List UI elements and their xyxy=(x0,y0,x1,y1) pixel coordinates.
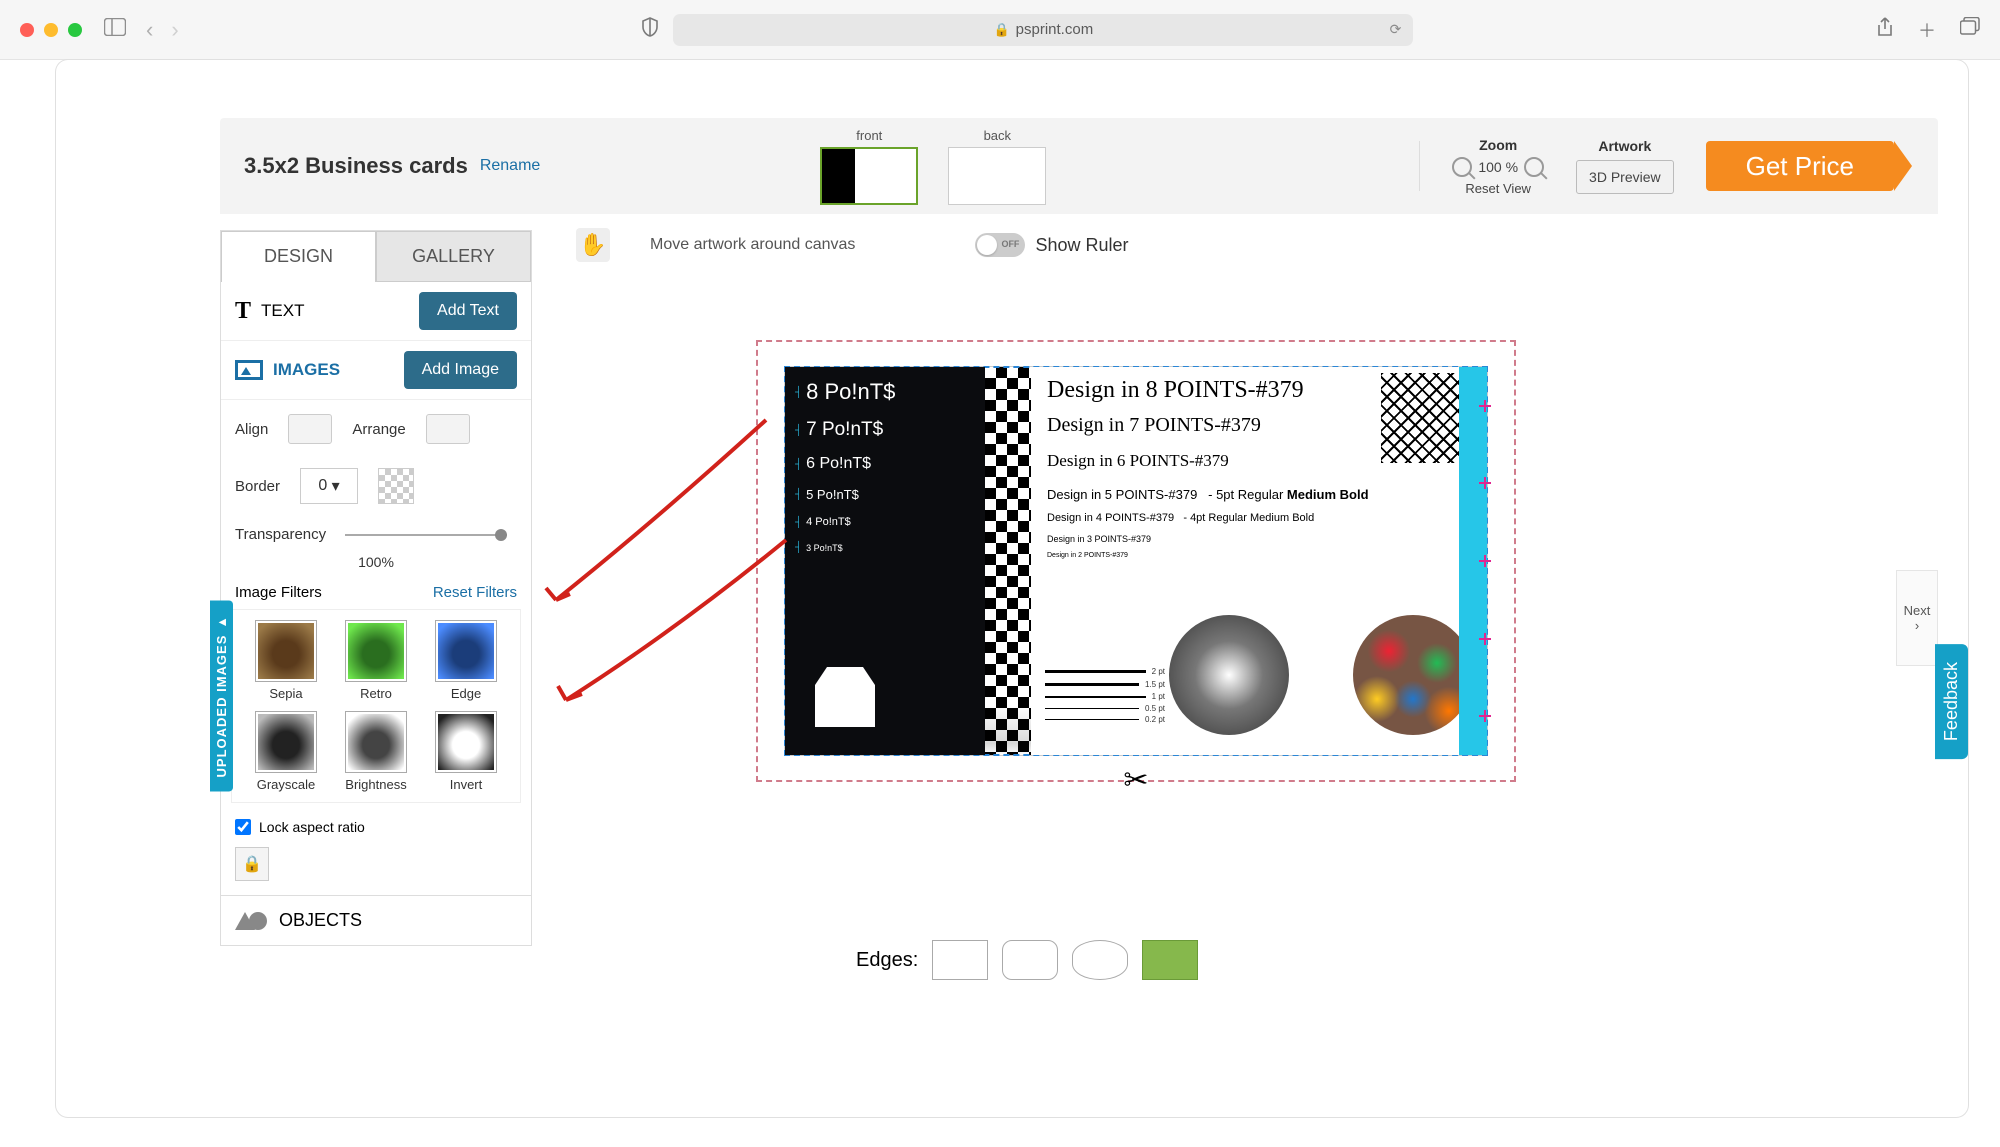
browser-chrome: ‹ › 🔒 psprint.com ⟳ ＋ xyxy=(0,0,2000,60)
shapes-icon xyxy=(235,912,267,930)
filter-brightness[interactable]: Brightness xyxy=(336,711,416,792)
window-controls xyxy=(20,23,82,37)
pan-tool-icon[interactable]: ✋ xyxy=(576,228,610,262)
get-price-button[interactable]: Get Price xyxy=(1706,141,1894,191)
arrange-dropdown[interactable] xyxy=(426,414,470,444)
tabs-icon[interactable] xyxy=(1960,17,1980,43)
product-title: 3.5x2 Business cards xyxy=(244,153,468,179)
ruler-label: Show Ruler xyxy=(1035,235,1128,256)
tab-gallery[interactable]: GALLERY xyxy=(376,231,531,282)
forward-icon[interactable]: › xyxy=(171,17,178,43)
filter-edge[interactable]: Edge xyxy=(426,620,506,701)
card-left-panel: ┤8 Po!nT$ ┤7 Po!nT$ ┤6 Po!nT$ ┤5 Po!nT$ … xyxy=(785,367,985,755)
edge-selected[interactable] xyxy=(1142,940,1198,980)
url-text: psprint.com xyxy=(1016,21,1094,38)
edge-oval[interactable] xyxy=(1072,940,1128,980)
rename-link[interactable]: Rename xyxy=(480,157,540,175)
reload-icon[interactable]: ⟳ xyxy=(1390,21,1402,38)
side-selector: front back xyxy=(820,128,1046,205)
border-color-swatch[interactable] xyxy=(378,468,414,504)
text-section-title: TEXT xyxy=(261,301,304,321)
artwork-canvas[interactable]: ┤8 Po!nT$ ┤7 Po!nT$ ┤6 Po!nT$ ┤5 Po!nT$ … xyxy=(784,366,1488,756)
chevron-right-icon: › xyxy=(1915,618,1919,633)
design-panel: DESIGN GALLERY T TEXT Add Text IMAGES Add… xyxy=(220,230,532,946)
objects-section[interactable]: OBJECTS xyxy=(221,895,531,945)
lock-aspect-checkbox[interactable] xyxy=(235,819,251,835)
designer-header: 3.5x2 Business cards Rename front back Z… xyxy=(220,118,1938,214)
page-viewport: 3.5x2 Business cards Rename front back Z… xyxy=(56,60,1968,1117)
tab-design[interactable]: DESIGN xyxy=(221,231,376,282)
uploaded-images-tab[interactable]: UPLOADED IMAGES ▸ xyxy=(210,600,233,791)
back-icon[interactable]: ‹ xyxy=(146,17,153,43)
share-icon[interactable] xyxy=(1876,17,1894,43)
transparency-slider[interactable] xyxy=(345,534,507,536)
sidebar-toggle-icon[interactable] xyxy=(104,18,126,42)
border-width-select[interactable]: 0 ▾ xyxy=(300,468,358,504)
zoom-out-icon[interactable] xyxy=(1452,157,1472,177)
edges-label: Edges: xyxy=(856,949,918,972)
align-dropdown[interactable] xyxy=(288,414,332,444)
zoom-in-icon[interactable] xyxy=(1524,157,1544,177)
border-label: Border xyxy=(235,478,280,495)
new-tab-icon[interactable]: ＋ xyxy=(1918,17,1936,43)
add-text-button[interactable]: Add Text xyxy=(419,292,517,330)
edge-rounded[interactable] xyxy=(1002,940,1058,980)
scissors-icon: ✂ xyxy=(1123,763,1148,798)
filters-label: Image Filters xyxy=(235,584,322,601)
text-icon: T xyxy=(235,298,251,325)
align-label: Align xyxy=(235,421,268,438)
front-label: front xyxy=(820,128,918,143)
filter-retro[interactable]: Retro xyxy=(336,620,416,701)
checker-strip xyxy=(985,367,1031,755)
filter-grayscale[interactable]: Grayscale xyxy=(246,711,326,792)
reset-view-link[interactable]: Reset View xyxy=(1452,181,1544,196)
card-right-panel: Design in 8 POINTS-#379 Design in 7 POIN… xyxy=(1031,367,1487,755)
front-thumb[interactable] xyxy=(820,147,918,205)
arrange-label: Arrange xyxy=(352,421,405,438)
lock-icon: 🔒 xyxy=(993,22,1009,38)
filters-grid: Sepia Retro Edge Grayscale Brightness In… xyxy=(231,609,521,803)
registration-marks xyxy=(1479,367,1493,755)
annotation-arrow-2 xyxy=(546,530,806,730)
transparency-slider-thumb[interactable] xyxy=(495,529,507,541)
edges-selector: Edges: xyxy=(856,940,1198,980)
zoom-value: 100 % xyxy=(1478,159,1518,175)
address-bar[interactable]: 🔒 psprint.com ⟳ xyxy=(673,14,1413,46)
zoom-label: Zoom xyxy=(1452,137,1544,153)
back-thumb[interactable] xyxy=(948,147,1046,205)
edge-square[interactable] xyxy=(932,940,988,980)
zigzag-icon xyxy=(1381,373,1471,463)
ruler-toggle[interactable] xyxy=(975,233,1025,257)
color-circle-icon xyxy=(1353,615,1473,735)
3d-preview-button[interactable]: 3D Preview xyxy=(1576,160,1674,194)
transparency-value: 100% xyxy=(235,554,517,570)
reset-filters-link[interactable]: Reset Filters xyxy=(433,584,517,601)
privacy-shield-icon[interactable] xyxy=(641,17,659,42)
next-button[interactable]: Next › xyxy=(1896,570,1938,666)
lock-button[interactable]: 🔒 xyxy=(235,847,269,881)
add-image-button[interactable]: Add Image xyxy=(404,351,517,389)
images-section-title: IMAGES xyxy=(273,360,340,380)
close-window-icon[interactable] xyxy=(20,23,34,37)
minimize-window-icon[interactable] xyxy=(44,23,58,37)
transparency-label: Transparency xyxy=(235,526,326,543)
fullscreen-window-icon[interactable] xyxy=(68,23,82,37)
canvas-safe-area: ┤8 Po!nT$ ┤7 Po!nT$ ┤6 Po!nT$ ┤5 Po!nT$ … xyxy=(756,340,1516,782)
artwork-label: Artwork xyxy=(1576,138,1674,154)
cube-icon xyxy=(815,667,875,727)
line-weights: 2 pt 1.5 pt 1 pt 0.5 pt 0.2 pt xyxy=(1045,665,1165,725)
move-artwork-label: Move artwork around canvas xyxy=(650,236,855,254)
back-label: back xyxy=(948,128,1046,143)
lock-aspect-label: Lock aspect ratio xyxy=(259,819,365,835)
filter-invert[interactable]: Invert xyxy=(426,711,506,792)
images-icon xyxy=(235,360,263,380)
objects-title: OBJECTS xyxy=(279,910,362,931)
grayscale-circle-icon xyxy=(1169,615,1289,735)
filter-sepia[interactable]: Sepia xyxy=(246,620,326,701)
feedback-tab[interactable]: Feedback xyxy=(1935,644,1968,759)
